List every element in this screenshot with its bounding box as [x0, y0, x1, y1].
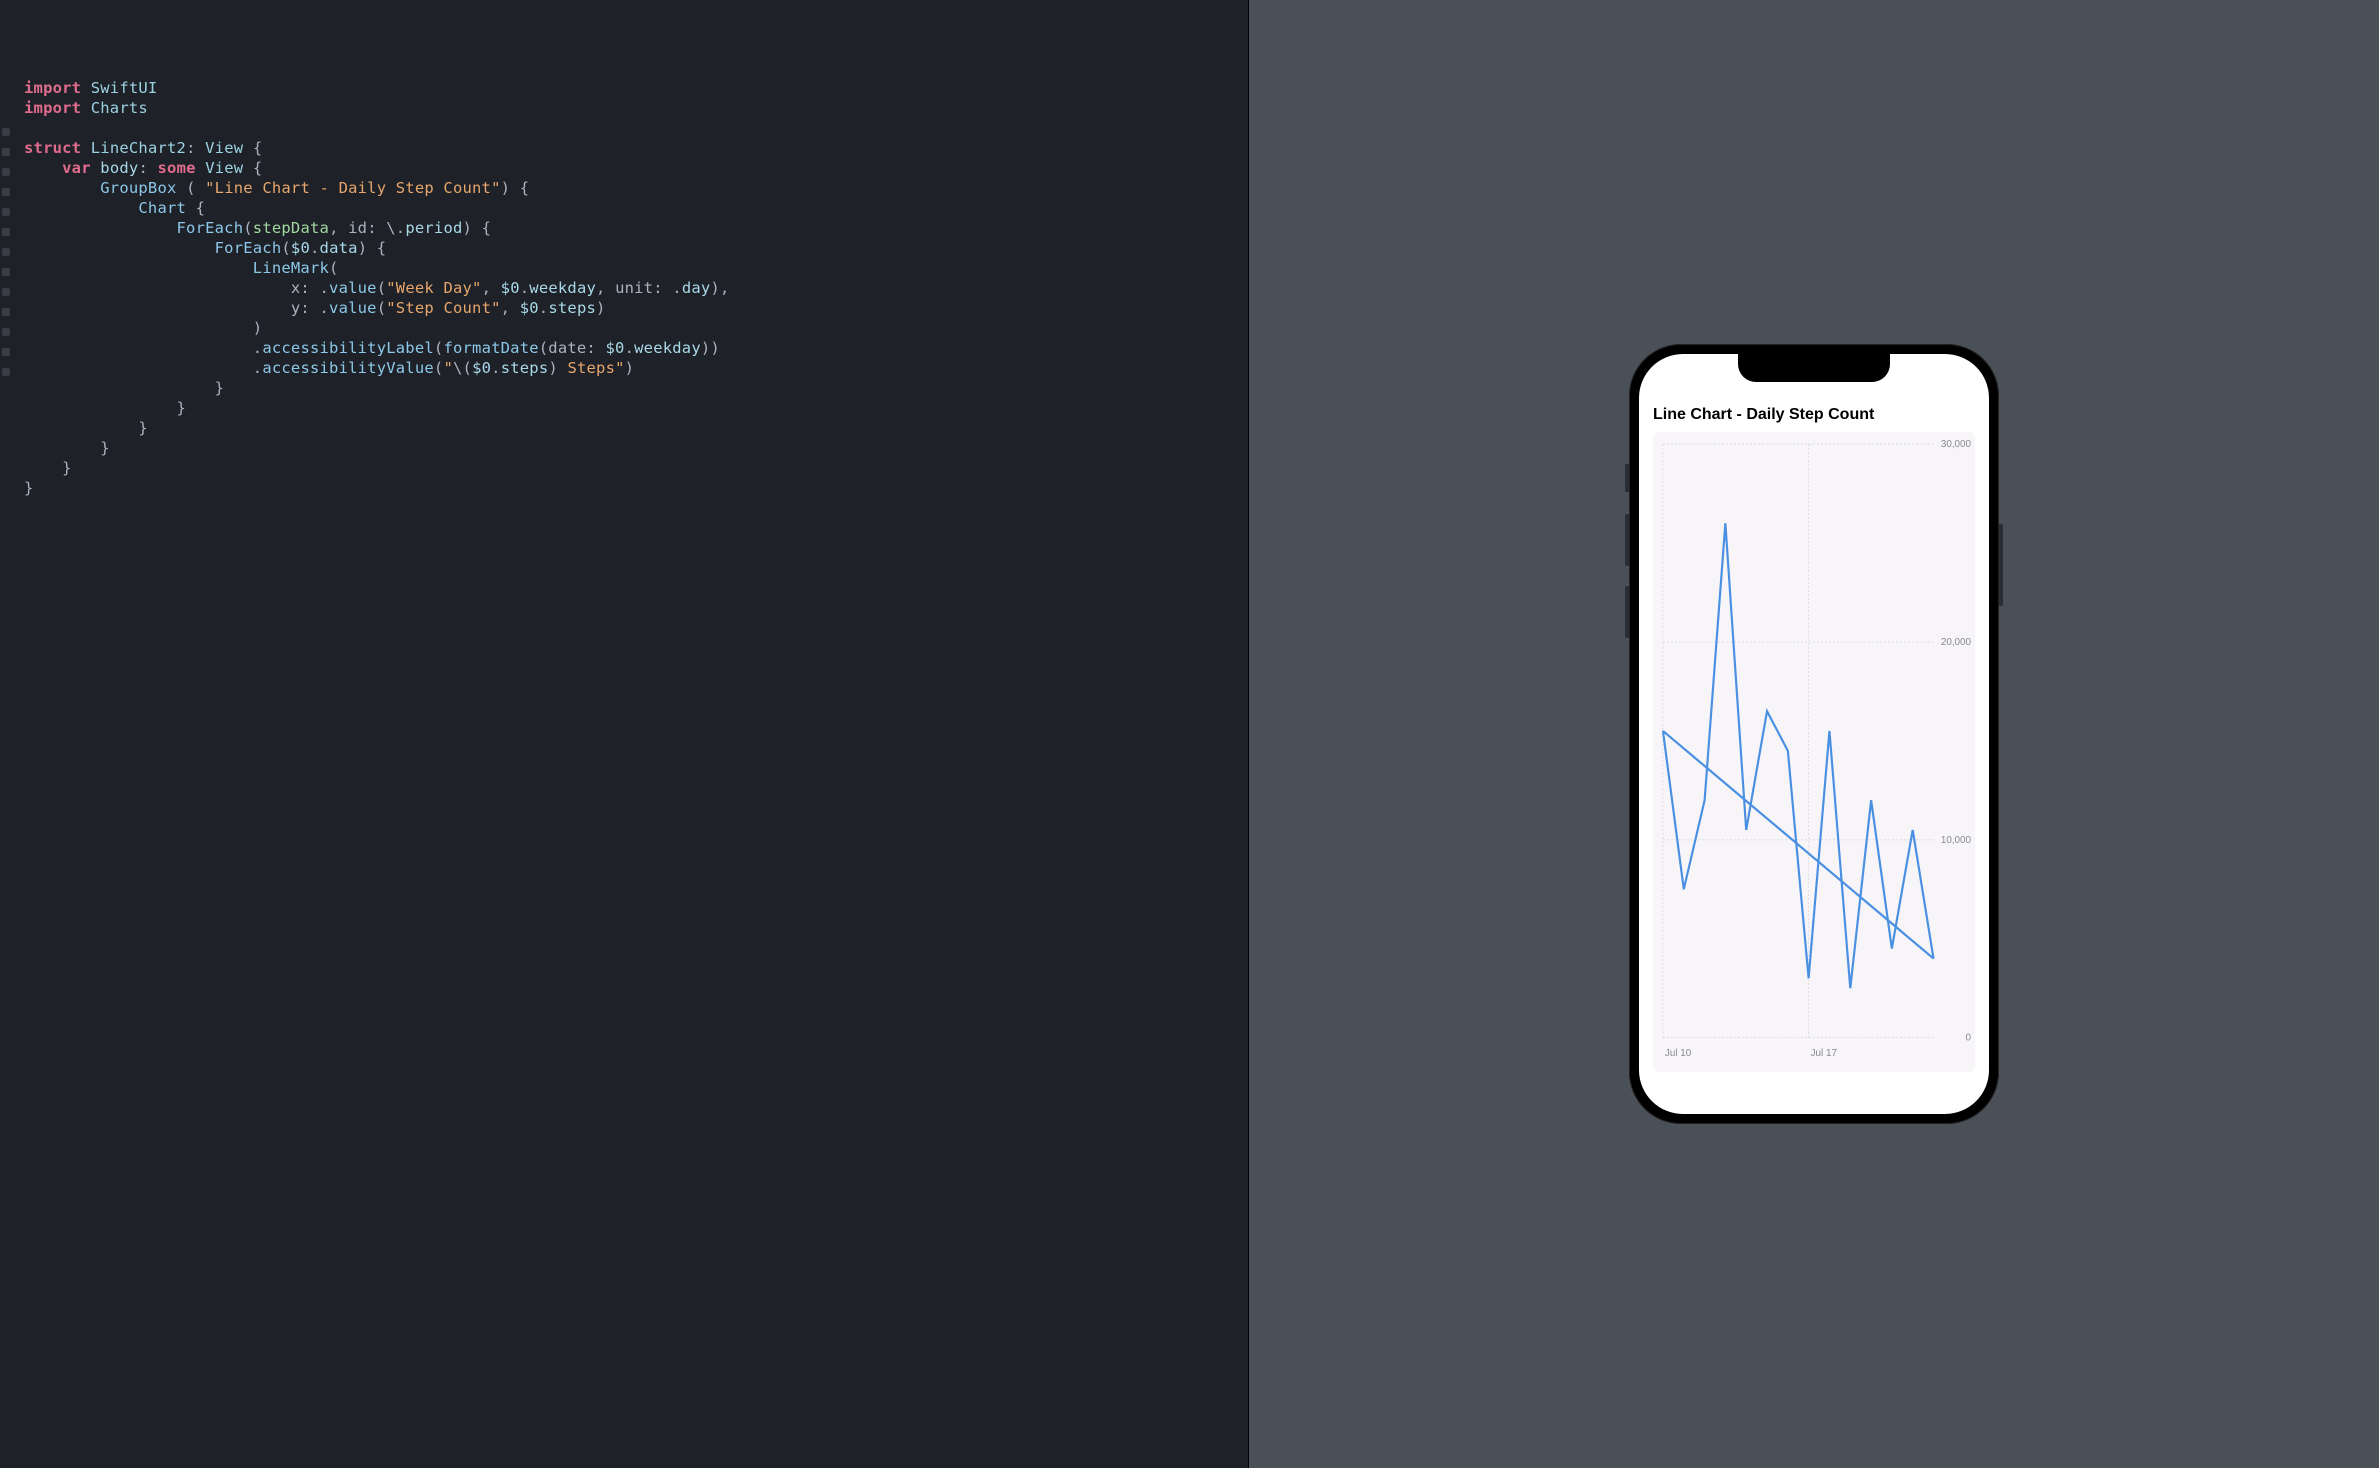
code-text[interactable]: import SwiftUI import Charts struct Line…	[18, 0, 730, 1468]
gutter-marker	[2, 268, 10, 276]
phone-volume-up	[1625, 514, 1629, 566]
phone-volume-down	[1625, 586, 1629, 638]
gutter-marker	[2, 228, 10, 236]
svg-text:Jul 17: Jul 17	[1811, 1048, 1838, 1059]
phone-notch	[1738, 354, 1890, 382]
editor-gutter	[0, 0, 18, 1468]
phone-side-buttons	[1625, 464, 1629, 658]
phone-mute-switch	[1625, 464, 1629, 492]
chart-title: Line Chart - Daily Step Count	[1653, 406, 1975, 424]
svg-text:0: 0	[1966, 1033, 1972, 1044]
phone-power-button	[1999, 524, 2003, 606]
gutter-marker	[2, 308, 10, 316]
gutter-marker	[2, 368, 10, 376]
svg-text:30,000: 30,000	[1941, 439, 1972, 450]
gutter-marker	[2, 348, 10, 356]
gutter-marker	[2, 128, 10, 136]
gutter-marker	[2, 168, 10, 176]
app-content: Line Chart - Daily Step Count 0 10,000 20,…	[1639, 354, 1989, 1072]
phone-frame: Line Chart - Daily Step Count 0 10,000 20,…	[1629, 344, 1999, 1124]
svg-text:10,000: 10,000	[1941, 835, 1972, 846]
gutter-marker	[2, 208, 10, 216]
svg-text:Jul 10: Jul 10	[1665, 1048, 1692, 1059]
svg-text:20,000: 20,000	[1941, 637, 1972, 648]
gutter-marker	[2, 328, 10, 336]
code-editor-pane: import SwiftUI import Charts struct Line…	[0, 0, 1249, 1468]
line-chart: 0 10,000 20,000 30,000 Jul 10 Jul 17	[1659, 438, 1975, 1066]
gutter-marker	[2, 288, 10, 296]
chart-container: 0 10,000 20,000 30,000 Jul 10 Jul 17	[1653, 432, 1975, 1072]
gutter-marker	[2, 148, 10, 156]
gutter-marker	[2, 248, 10, 256]
preview-pane: Line Chart - Daily Step Count 0 10,000 20,…	[1249, 0, 2379, 1468]
gutter-marker	[2, 188, 10, 196]
phone-screen: Line Chart - Daily Step Count 0 10,000 20,…	[1639, 354, 1989, 1114]
